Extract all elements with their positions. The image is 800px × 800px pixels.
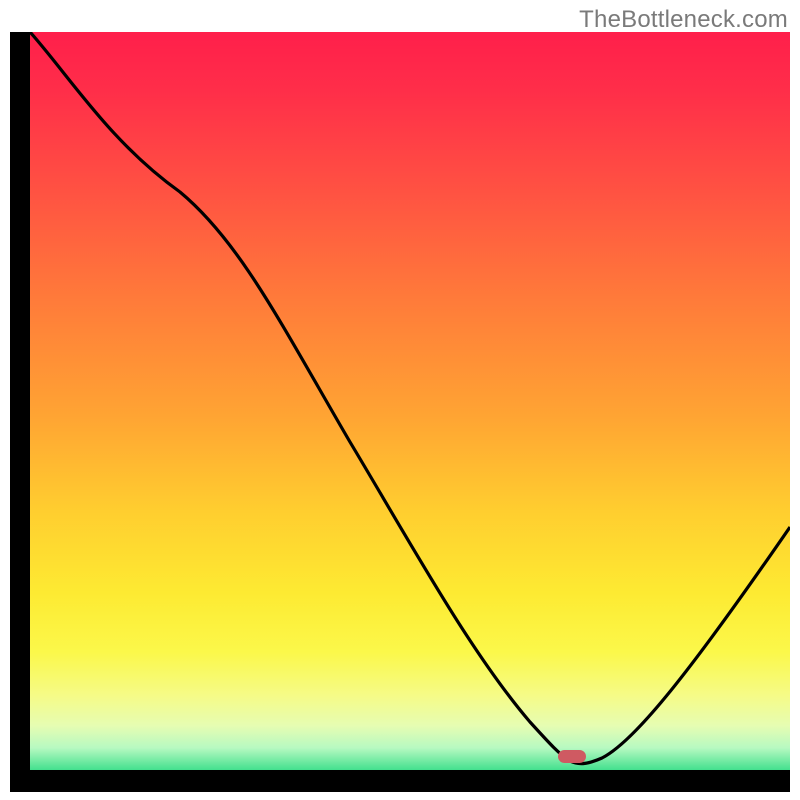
watermark-text: TheBottleneck.com — [579, 6, 788, 34]
curve-path — [30, 32, 790, 764]
plot-area — [30, 32, 790, 770]
bottleneck-curve — [30, 32, 790, 770]
plot-frame — [10, 32, 790, 792]
chart-container: TheBottleneck.com — [0, 0, 800, 800]
optimum-marker — [558, 750, 586, 763]
